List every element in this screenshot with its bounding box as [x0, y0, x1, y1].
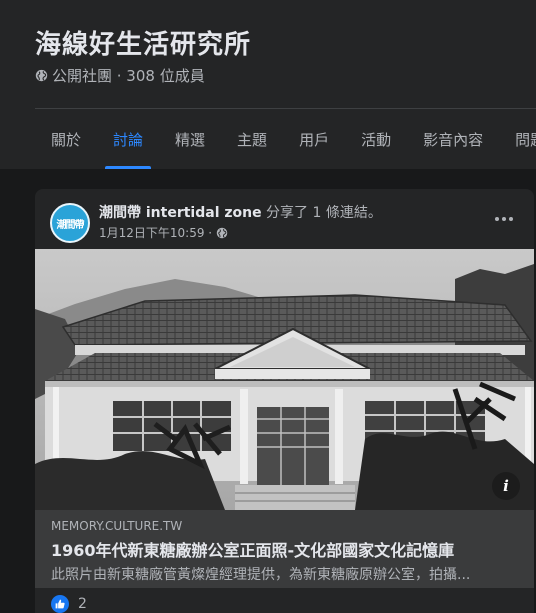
post-header: 潮間帶 intertidal zone 分享了 1 條連結。 [99, 202, 382, 222]
post-timestamp: 1月12日下午10:59 · [99, 224, 228, 241]
globe-icon [216, 227, 228, 238]
tab-discussion[interactable]: 討論 [97, 109, 159, 169]
reaction-count: 2 [78, 596, 87, 612]
avatar[interactable]: 潮間帶 [50, 203, 90, 243]
group-title[interactable]: 海線好生活研究所 [35, 24, 251, 61]
group-header: 海線好生活研究所 公開社團 · 308 位成員 關於 討論 精選 主題 用戶 活… [0, 0, 536, 169]
group-tabs: 關於 討論 精選 主題 用戶 活動 影音內容 問題 [35, 109, 536, 169]
link-domain: MEMORY.CULTURE.TW [51, 519, 183, 533]
post-action: 分享了 1 條連結。 [261, 205, 382, 221]
building-photo [35, 249, 534, 510]
tab-questions[interactable]: 問題 [499, 109, 536, 169]
post-card: 潮間帶 潮間帶 intertidal zone 分享了 1 條連結。 1月12日… [35, 189, 534, 613]
tab-about[interactable]: 關於 [35, 109, 97, 169]
link-preview[interactable]: MEMORY.CULTURE.TW 1960年代新東糖廠辦公室正面照-文化部國家… [35, 510, 534, 588]
like-icon [51, 595, 69, 613]
globe-icon [35, 69, 48, 82]
tab-topics[interactable]: 主題 [221, 109, 283, 169]
link-title[interactable]: 1960年代新東糖廠辦公室正面照-文化部國家文化記憶庫 [51, 537, 518, 561]
tab-media[interactable]: 影音內容 [407, 109, 499, 169]
tab-events[interactable]: 活動 [345, 109, 407, 169]
post-time-text[interactable]: 1月12日下午10:59 · [99, 224, 212, 241]
link-preview-image[interactable]: i [35, 249, 534, 510]
info-icon[interactable]: i [492, 472, 520, 500]
link-description: 此照片由新東糖廠管黃燦煌經理提供，為新東糖廠原辦公室，拍攝... [51, 567, 471, 583]
group-meta-text: 公開社團 · 308 位成員 [52, 67, 205, 85]
post-author[interactable]: 潮間帶 intertidal zone [99, 205, 262, 221]
tab-featured[interactable]: 精選 [159, 109, 221, 169]
more-icon[interactable] [492, 207, 516, 231]
group-meta: 公開社團 · 308 位成員 [35, 65, 205, 86]
reaction-summary[interactable]: 2 [51, 595, 87, 613]
tab-members[interactable]: 用戶 [283, 109, 345, 169]
